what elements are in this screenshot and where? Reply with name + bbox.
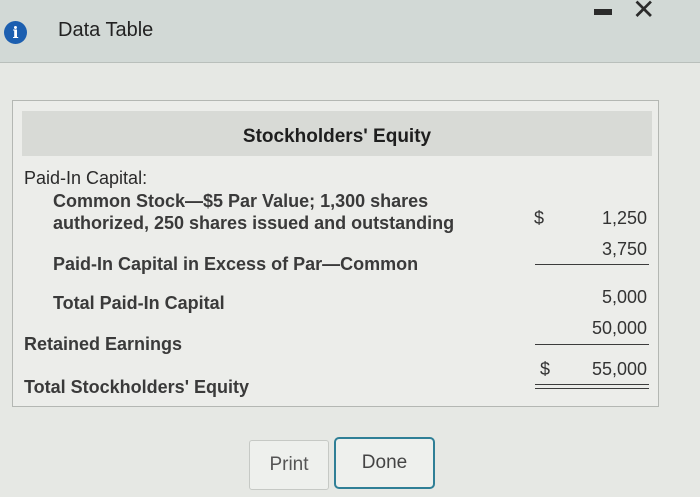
total-paid-in-value: 5,000: [601, 287, 647, 307]
total-rule: [535, 344, 649, 345]
done-button[interactable]: Done: [334, 437, 435, 489]
common-stock-dollar-sign: $: [534, 208, 545, 228]
total-paid-in-label: Total Paid-In Capital: [53, 293, 225, 313]
excess-par-label: Paid-In Capital in Excess of Par—Common: [53, 254, 419, 274]
print-button[interactable]: Print: [249, 440, 329, 490]
table-heading: Stockholders' Equity: [242, 126, 432, 147]
common-stock-value: 1,250: [601, 208, 647, 228]
retained-earnings-value: 50,000: [591, 318, 647, 338]
double-rule-top: [535, 384, 649, 385]
common-stock-label-line2: authorized, 250 shares issued and outsta…: [53, 213, 455, 233]
paid-in-capital-label: Paid-In Capital:: [24, 168, 148, 188]
info-icon: i: [4, 21, 27, 44]
window-title: Data Table: [58, 19, 154, 41]
total-equity-label: Total Stockholders' Equity: [24, 377, 249, 397]
stockholders-equity-table: Stockholders' Equity Paid-In Capital: Co…: [12, 100, 659, 407]
data-table-window: i Data Table ✕ Stockholders' Equity Paid…: [0, 0, 700, 497]
minimize-icon[interactable]: [594, 9, 612, 15]
table-header: Stockholders' Equity: [22, 111, 652, 156]
subtotal-rule: [535, 264, 649, 265]
total-equity-dollar-sign: $: [540, 359, 551, 379]
double-rule-bottom: [535, 388, 649, 389]
close-icon[interactable]: ✕: [632, 0, 655, 24]
title-bar: i Data Table ✕: [0, 0, 700, 63]
common-stock-label-line1: Common Stock—$5 Par Value; 1,300 shares: [53, 191, 429, 211]
total-equity-value: 55,000: [591, 359, 647, 379]
retained-earnings-label: Retained Earnings: [24, 334, 183, 354]
excess-par-value: 3,750: [601, 239, 647, 259]
